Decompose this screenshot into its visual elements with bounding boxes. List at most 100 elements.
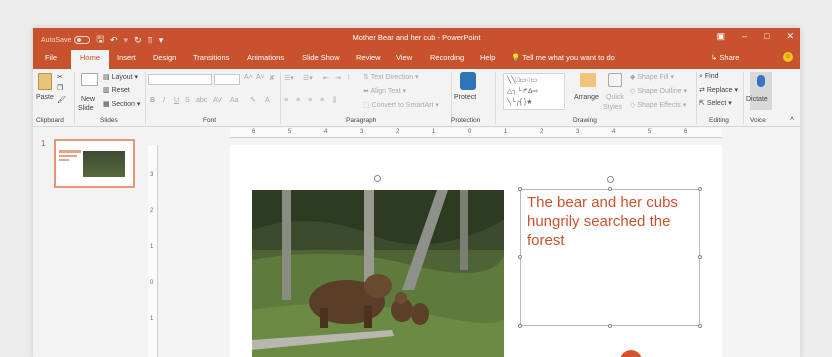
format-painter-icon[interactable]: 🖌: [57, 96, 66, 104]
tab-slide-show[interactable]: Slide Show: [302, 53, 340, 62]
tab-recording[interactable]: Recording: [430, 53, 464, 62]
ribbon-display-options-icon[interactable]: ▣: [716, 31, 725, 42]
replace-button[interactable]: ⇄ Replace ▾: [699, 86, 738, 94]
protect-icon[interactable]: [460, 72, 476, 90]
font-color-button[interactable]: A: [265, 97, 270, 104]
bullets-icon[interactable]: ☰▾: [284, 74, 294, 82]
paste-icon[interactable]: [38, 73, 52, 90]
resize-handle[interactable]: [698, 255, 702, 259]
ruler-tick: 0: [468, 129, 472, 135]
quick-styles-label-2[interactable]: Styles: [603, 104, 622, 111]
paragraph-group-label: Paragraph: [346, 117, 377, 124]
close-icon[interactable]: ✕: [786, 31, 794, 42]
ruler-tick: 1: [432, 129, 436, 135]
line-spacing-icon[interactable]: ↕: [347, 74, 351, 81]
resize-handle[interactable]: [518, 187, 522, 191]
copy-icon[interactable]: ❐: [57, 84, 63, 92]
resize-handle[interactable]: [698, 187, 702, 191]
new-slide-icon[interactable]: [81, 73, 98, 86]
highlight-icon[interactable]: ✎: [250, 96, 256, 104]
tab-view[interactable]: View: [396, 53, 412, 62]
tab-file[interactable]: File: [45, 53, 57, 62]
maximize-icon[interactable]: □: [764, 31, 769, 42]
resize-handle[interactable]: [518, 324, 522, 328]
tab-home[interactable]: Home: [71, 50, 110, 69]
resize-handle[interactable]: [608, 187, 612, 191]
reset-button[interactable]: ▥ Reset: [103, 86, 130, 94]
align-text-button[interactable]: ⬌ Align Text ▾: [363, 87, 406, 95]
convert-smartart-button[interactable]: ⬚ Convert to SmartArt ▾: [363, 101, 439, 109]
underline-button[interactable]: U: [174, 97, 179, 104]
microphone-icon[interactable]: [757, 75, 765, 87]
increase-indent-icon[interactable]: ⇥: [335, 74, 341, 82]
font-size-input[interactable]: [214, 74, 240, 85]
align-center-icon[interactable]: ≡: [296, 97, 300, 104]
tab-help[interactable]: Help: [480, 53, 495, 62]
clear-formatting-icon[interactable]: ✘: [269, 74, 275, 82]
quick-styles-icon[interactable]: [608, 73, 622, 87]
character-spacing-button[interactable]: AV: [213, 97, 222, 104]
slides-group-label: Slides: [100, 117, 118, 124]
share-button[interactable]: ↳ Share: [711, 53, 739, 62]
numbering-icon[interactable]: ☰▾: [303, 74, 313, 82]
tab-review[interactable]: Review: [356, 53, 381, 62]
group-divider: [495, 72, 496, 124]
designer-badge-icon[interactable]: [620, 350, 642, 357]
textbox-text[interactable]: The bear and her cubs hungrily searched …: [527, 193, 695, 250]
tab-transitions[interactable]: Transitions: [193, 53, 229, 62]
font-group-label: Font: [203, 117, 217, 124]
shape-outline-button[interactable]: ◇ Shape Outline ▾: [630, 87, 687, 95]
text-direction-label: Text Direction: [370, 74, 414, 81]
tell-me-search[interactable]: 💡 Tell me what you want to do: [511, 53, 615, 62]
textbox-rotate-handle[interactable]: [607, 176, 614, 183]
collapse-ribbon-icon[interactable]: ˄: [790, 116, 794, 123]
new-slide-label-1[interactable]: New: [81, 96, 95, 103]
tab-insert[interactable]: Insert: [117, 53, 136, 62]
find-button[interactable]: ⌕ Find: [699, 73, 719, 81]
resize-handle[interactable]: [698, 324, 702, 328]
layout-button[interactable]: ▤ Layout ▾: [103, 73, 138, 81]
editing-group-label: Editing: [709, 117, 729, 124]
text-direction-button[interactable]: ⇅ Text Direction ▾: [363, 73, 419, 81]
new-slide-label-2[interactable]: Slide: [78, 105, 94, 112]
decrease-indent-icon[interactable]: ⇤: [323, 74, 329, 82]
decrease-font-icon[interactable]: A˅: [256, 74, 265, 81]
bear-photo[interactable]: [252, 190, 504, 357]
select-button[interactable]: ⇱ Select ▾: [699, 99, 732, 107]
dictate-button[interactable]: Dictate: [746, 96, 768, 103]
columns-icon[interactable]: ⫼: [333, 97, 336, 105]
resize-handle[interactable]: [518, 255, 522, 259]
shapes-gallery[interactable]: ╲╲□▭○▭ △┐└↱∆⇨ ╲╰╭{ }★: [503, 73, 565, 110]
title-textbox[interactable]: The bear and her cubs hungrily searched …: [520, 189, 700, 326]
justify-icon[interactable]: ≡: [320, 97, 324, 104]
tell-me-text: Tell me what you want to do: [522, 53, 615, 62]
arrange-icon[interactable]: [580, 73, 596, 87]
slide-thumbnail[interactable]: [54, 139, 135, 188]
increase-font-icon[interactable]: A˄: [244, 74, 253, 81]
tab-animations[interactable]: Animations: [247, 53, 284, 62]
align-right-icon[interactable]: ≡: [308, 97, 312, 104]
shape-effects-button[interactable]: ◇ Shape Effects ▾: [630, 101, 686, 109]
tab-design[interactable]: Design: [153, 53, 176, 62]
protect-button[interactable]: Protect: [454, 94, 476, 101]
bold-button[interactable]: B: [150, 97, 155, 104]
image-rotate-handle[interactable]: [374, 175, 381, 182]
shape-fill-button[interactable]: ◆ Shape Fill ▾: [630, 73, 674, 81]
change-case-button[interactable]: Aa: [230, 97, 239, 104]
feedback-smiley-icon[interactable]: ☺: [783, 52, 793, 62]
document-title: Mother Bear and her cub - PowerPoint: [352, 33, 481, 42]
minimize-icon[interactable]: –: [742, 31, 747, 42]
arrange-button[interactable]: Arrange: [574, 94, 599, 101]
section-button[interactable]: ▦ Section ▾: [103, 100, 140, 108]
paste-button[interactable]: Paste: [36, 94, 54, 101]
shadow-button[interactable]: abc: [196, 97, 207, 104]
ribbon-tabs: File Home Insert Design Transitions Anim…: [33, 48, 800, 69]
font-name-input[interactable]: [148, 74, 212, 85]
slide-canvas[interactable]: The bear and her cubs hungrily searched …: [230, 145, 722, 357]
resize-handle[interactable]: [608, 324, 612, 328]
align-left-icon[interactable]: ≡: [284, 97, 288, 104]
cut-icon[interactable]: ✂: [57, 73, 63, 81]
italic-button[interactable]: I: [163, 97, 165, 104]
strikethrough-button[interactable]: S: [185, 97, 190, 104]
quick-styles-label-1[interactable]: Quick: [606, 94, 624, 101]
